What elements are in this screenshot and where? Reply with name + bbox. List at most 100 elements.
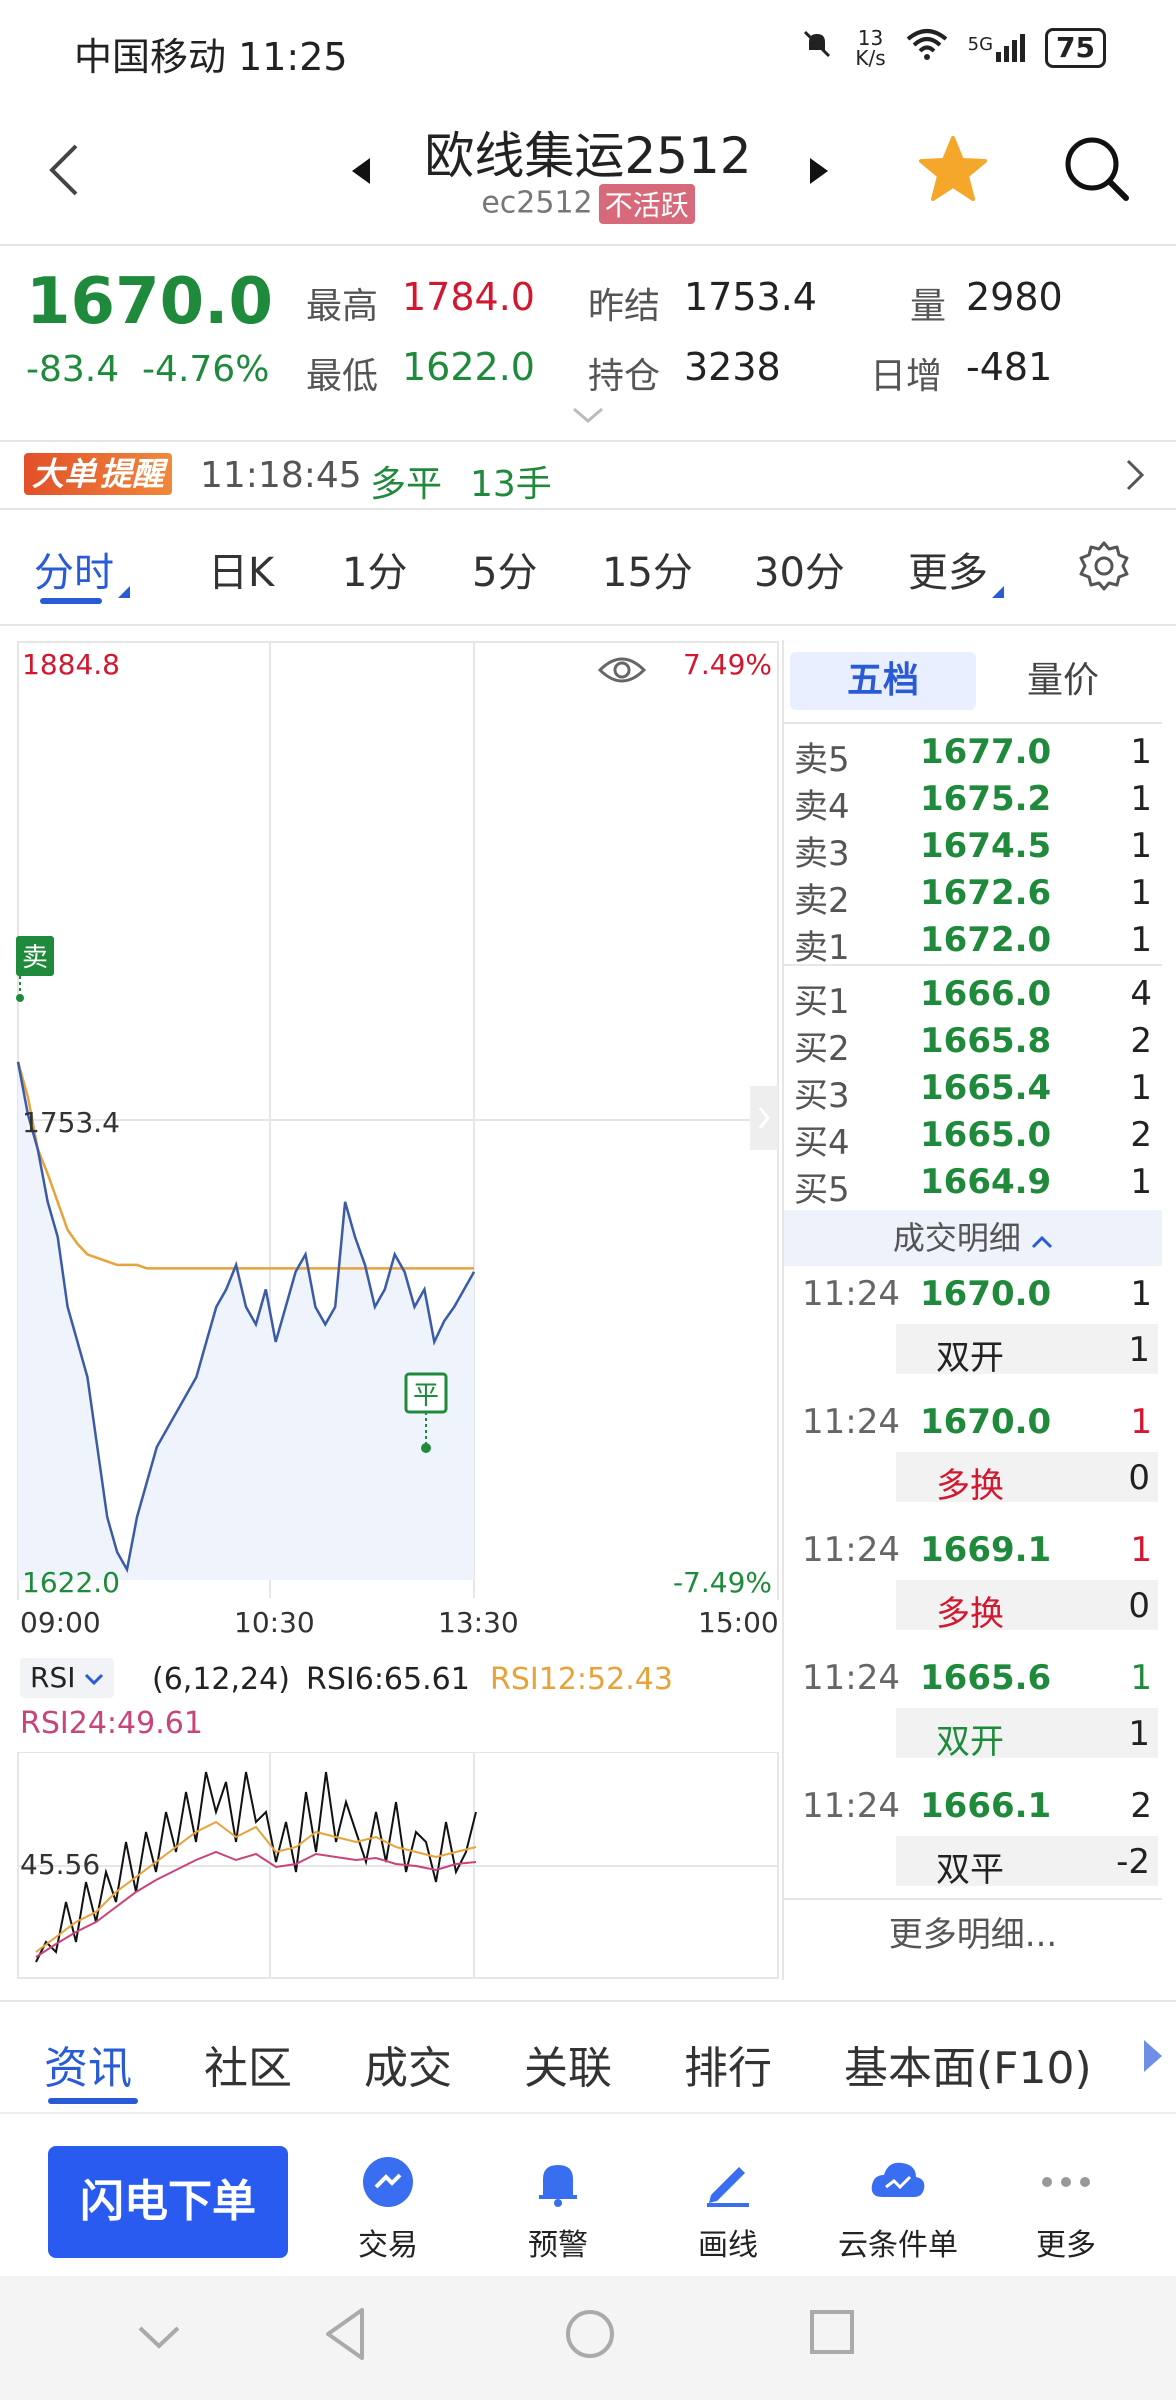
cloud-label: 云条件单 [838, 2228, 958, 2263]
tab-5min[interactable]: 5分 [472, 540, 537, 598]
chevron-right-icon [1124, 457, 1146, 497]
net-speed-unit: K/s [855, 46, 886, 70]
next-contract-button[interactable] [808, 156, 830, 190]
contract-code-row: ec2512 不活跃 [0, 184, 1176, 224]
trade-type: 多换 [936, 1466, 1004, 1506]
chevron-up-icon [1031, 1219, 1053, 1257]
rsi12-value: RSI12:52.43 [490, 1662, 673, 1697]
bottom-toolbar: 闪电下单 交易 预警 画线 云条件单 更多 [0, 2112, 1176, 2272]
time-label-0900: 09:00 [20, 1606, 101, 1639]
tab-depth[interactable]: 五档 [790, 652, 976, 710]
order-book: 五档 量价 卖5 1677.0 1 卖4 1675.2 1 卖3 1674.5 1 卖2 16… [782, 640, 1162, 1980]
bid-row-5: 买5 1664.9 1 [794, 1162, 1152, 1210]
draw-line-button[interactable]: 画线 [648, 2154, 808, 2264]
prev-settle-label: 昨结 [588, 286, 661, 327]
rsi-selector-label: RSI [30, 1661, 76, 1694]
ask-row-1: 卖1 1672.0 1 [794, 920, 1152, 968]
more-label: 更多 [1036, 2228, 1096, 2263]
nav-recents-icon[interactable] [808, 2308, 856, 2360]
trades-header[interactable]: 成交明细 [784, 1210, 1162, 1266]
rsi24-value: RSI24:49.61 [20, 1706, 203, 1741]
favorite-star-icon[interactable] [918, 134, 988, 208]
trade-type: 双平 [936, 1850, 1004, 1890]
more-trades-link[interactable]: 更多明细... [784, 1898, 1162, 1968]
bid-row-1: 买1 1666.0 4 [794, 974, 1152, 1022]
system-nav-bar [0, 2276, 1176, 2400]
rsi24-line [35, 1850, 477, 1958]
flash-order-button[interactable]: 闪电下单 [48, 2146, 288, 2258]
tab-30min[interactable]: 30分 [754, 540, 845, 598]
sell-marker-text: 卖 [22, 943, 48, 973]
bid-row-2: 买2 1665.8 2 [794, 1021, 1152, 1069]
contract-title: 欧线集运2512 [424, 127, 752, 185]
rsi-selector[interactable]: RSI [20, 1658, 115, 1698]
net-speed-value: 13 [857, 26, 884, 50]
contract-code: ec2512 [481, 185, 593, 221]
tab-more[interactable]: 更多 [908, 540, 1004, 598]
net-speed: 13 K/s [855, 28, 885, 68]
expand-chevron-icon[interactable] [572, 405, 604, 429]
period-tabs: 分时 日K 1分 5分 15分 30分 更多 [0, 510, 1176, 624]
scroll-right-icon[interactable] [1142, 2038, 1164, 2078]
cloud-order-button[interactable]: 云条件单 [818, 2154, 978, 2264]
status-bar: 中国移动 11:25 13 K/s 5G 75 [0, 0, 1176, 100]
chevron-down-icon [84, 1661, 104, 1694]
alert-button[interactable]: 预警 [478, 2154, 638, 2264]
volume-value: 2980 [966, 275, 1063, 319]
tab-daily-k[interactable]: 日K [208, 540, 274, 598]
tab-news[interactable]: 资讯 [44, 2032, 132, 2096]
active-tab-underline [40, 598, 102, 604]
alert-badge: 大单 提醒 [24, 453, 173, 495]
tab-related[interactable]: 关联 [524, 2032, 612, 2096]
status-icons: 13 K/s 5G 75 [799, 26, 1106, 70]
tab-trades[interactable]: 成交 [364, 2032, 452, 2096]
intraday-chart[interactable]: 1884.8 7.49% 1753.4 1622.0 -7.49% 卖 平 [16, 640, 780, 1603]
time-label-1330: 13:30 [438, 1606, 519, 1639]
settings-gear-icon[interactable] [1078, 540, 1130, 596]
change-percent: -4.76% [142, 349, 270, 390]
prev-settle-value: 1753.4 [684, 275, 817, 319]
trade-type-qty: 0 [1128, 1458, 1150, 1498]
bottom-pct-label: -7.49% [673, 1566, 772, 1599]
tab-volume-price[interactable]: 量价 [970, 652, 1156, 710]
top-pct-label: 7.49% [683, 648, 772, 681]
signal-label: 5G [967, 34, 994, 55]
trade-type: 双开 [936, 1722, 1004, 1762]
nav-home-icon[interactable] [564, 2308, 616, 2364]
panel-collapse-handle[interactable] [750, 1086, 778, 1150]
tab-15min[interactable]: 15分 [602, 540, 693, 598]
mid-price-label: 1753.4 [22, 1106, 120, 1139]
more-button[interactable]: 更多 [986, 2154, 1146, 2264]
tab-community[interactable]: 社区 [204, 2032, 292, 2096]
alert-action: 多平 [370, 464, 443, 505]
big-order-alert[interactable]: 大单 提醒 11:18:45 多平 13手 [0, 441, 1176, 509]
daily-increase-label: 日增 [870, 356, 943, 397]
change-row: -83.4 -4.76% [26, 349, 269, 390]
signal-icon: 5G [967, 34, 1026, 62]
wifi-icon [906, 27, 948, 69]
tab-1min[interactable]: 1分 [342, 540, 407, 598]
bottom-price-label: 1622.0 [22, 1566, 120, 1599]
volume-label: 量 [910, 286, 947, 327]
more-dots-icon [986, 2154, 1146, 2210]
nav-collapse-icon[interactable] [136, 2322, 182, 2356]
high-value: 1784.0 [402, 275, 535, 319]
tab-ranking[interactable]: 排行 [684, 2032, 772, 2096]
rsi-panel: RSI (6,12,24) RSI6:65.61 RSI12:52.43 RSI… [16, 1652, 780, 1982]
search-icon[interactable] [1062, 134, 1132, 208]
rsi-level-label: 45.56 [20, 1848, 100, 1881]
ask-row-3: 卖3 1674.5 1 [794, 826, 1152, 874]
trades-header-label: 成交明细 [892, 1219, 1021, 1257]
bid-row-4: 买4 1665.0 2 [794, 1115, 1152, 1163]
top-price-label: 1884.8 [22, 648, 120, 681]
header: 欧线集运2512 ec2512 不活跃 [0, 100, 1176, 245]
inactive-badge: 不活跃 [598, 184, 695, 224]
mute-icon [799, 26, 835, 70]
tab-intraday[interactable]: 分时 [34, 540, 130, 598]
trade-type-qty: 1 [1128, 1714, 1150, 1754]
battery-indicator: 75 [1045, 28, 1106, 68]
tab-fundamentals[interactable]: 基本面(F10) [844, 2032, 1092, 2096]
pen-icon [648, 2154, 808, 2210]
trade-button[interactable]: 交易 [308, 2154, 468, 2264]
nav-back-icon[interactable] [322, 2306, 368, 2366]
